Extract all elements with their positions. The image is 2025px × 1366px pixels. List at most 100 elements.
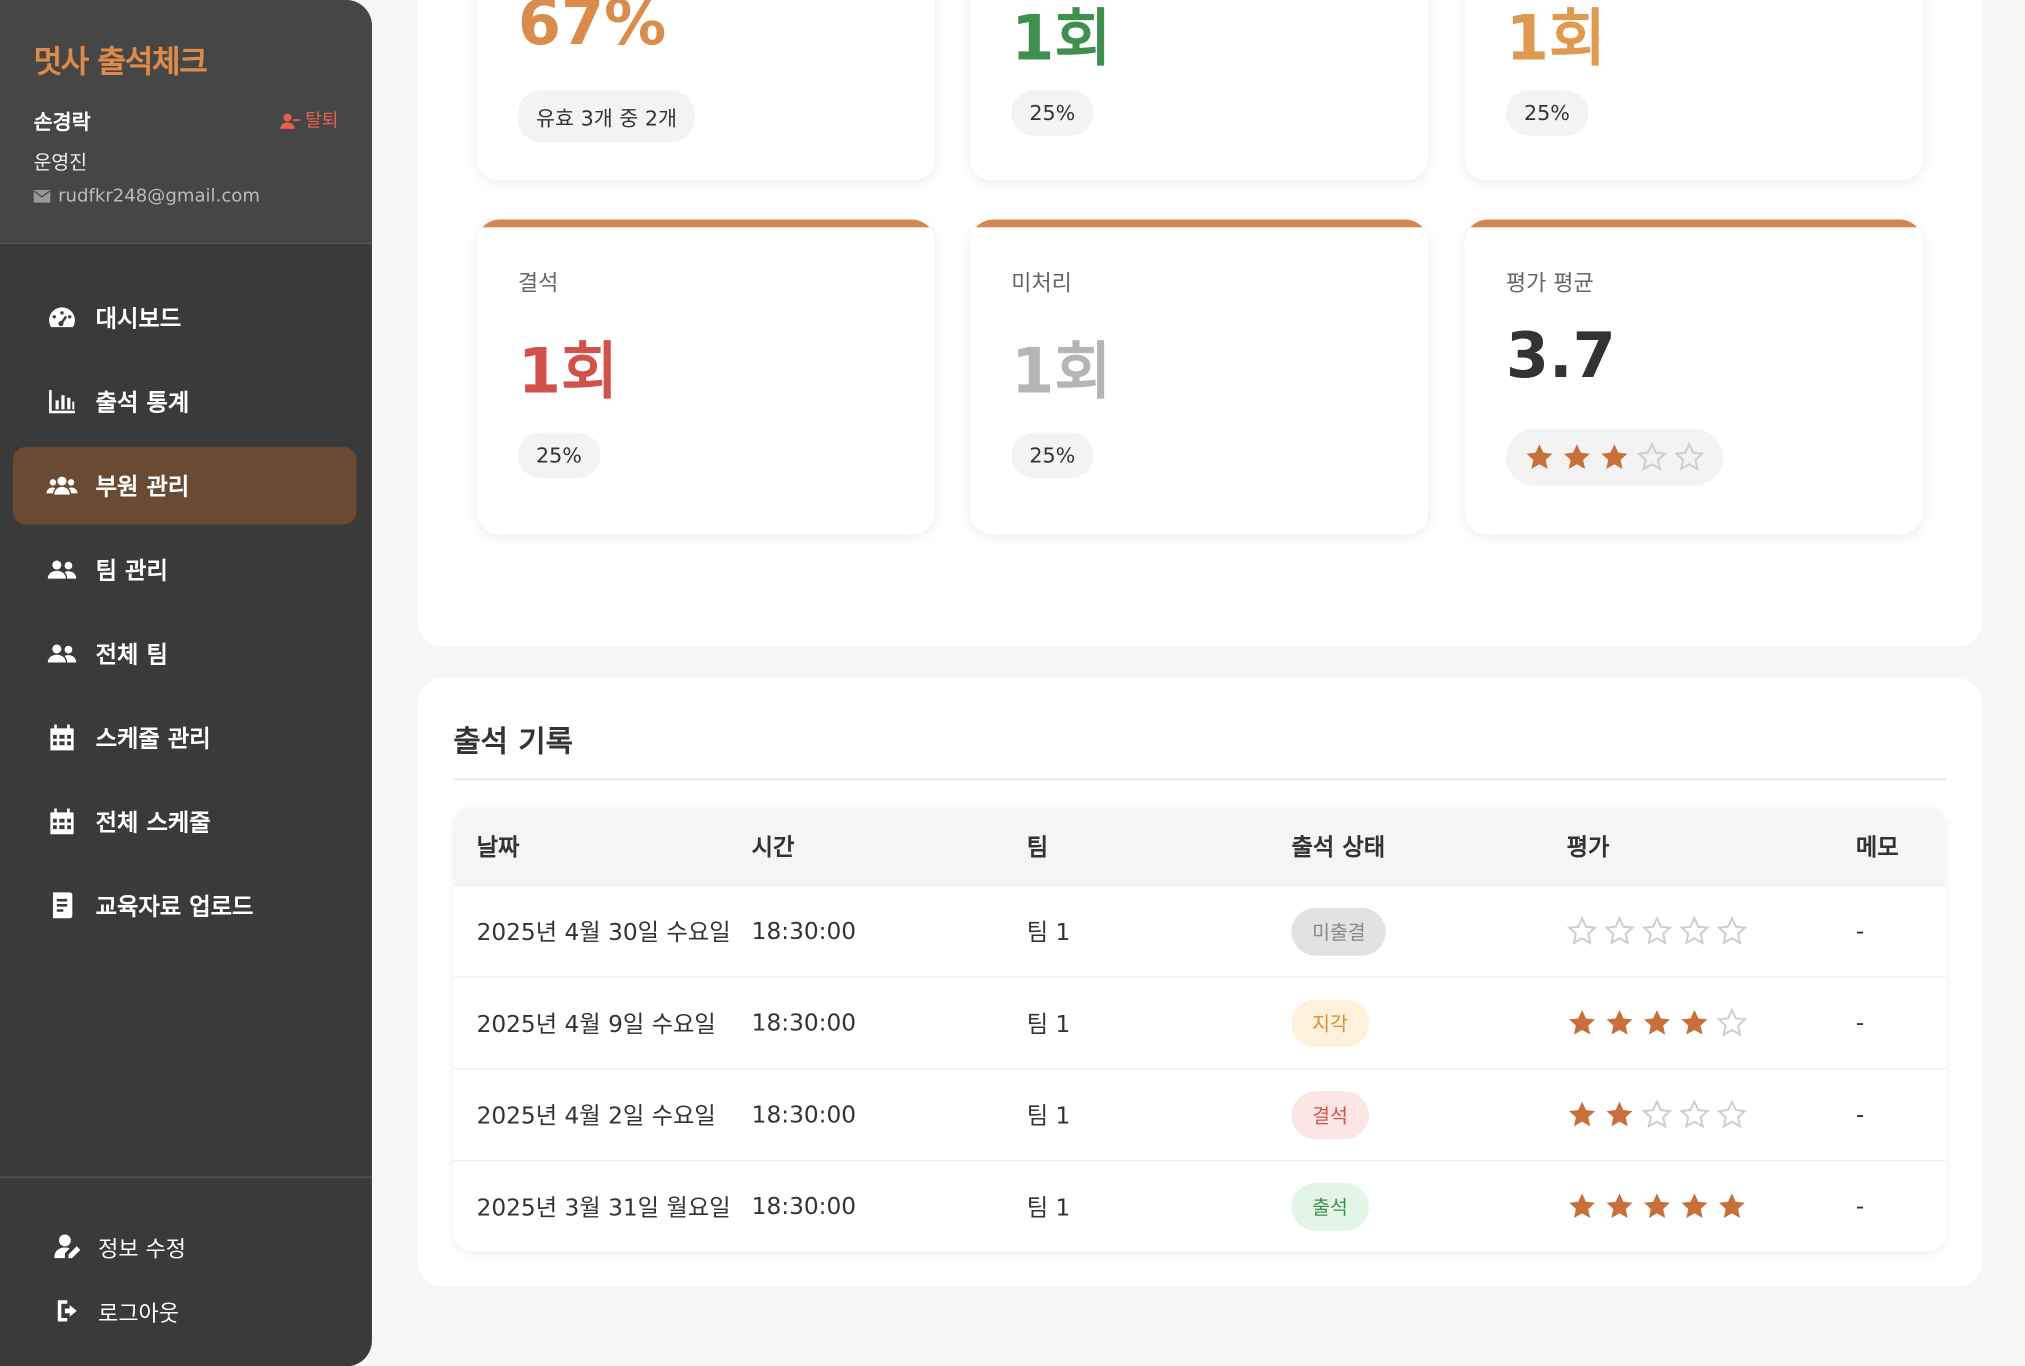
leave-label: 탈퇴: [305, 111, 339, 132]
stat-value: 1회: [517, 335, 619, 409]
star-filled-icon: [1606, 1193, 1633, 1219]
stat-card-absent: 결석 1회 25%: [476, 219, 936, 535]
cell-team: 팀 1: [1026, 1194, 1071, 1222]
book-icon: [52, 892, 73, 919]
dashboard-icon: [49, 307, 75, 328]
nav-item-label: 스케줄 관리: [95, 725, 211, 753]
cell-status: 결석: [1291, 1090, 1567, 1139]
user-row: 손경락 탈퇴: [34, 105, 339, 136]
stat-chip: 25%: [1505, 90, 1588, 136]
nav-item-2[interactable]: 부원 관리: [12, 446, 357, 525]
cell-date: 2025년 4월 9일 수요일: [476, 1011, 716, 1039]
star-filled-icon: [1681, 1009, 1708, 1035]
edit-profile-button[interactable]: 정보 수정: [0, 1214, 372, 1279]
cell-memo: -: [1855, 1009, 1865, 1037]
star-empty-icon: [1716, 915, 1748, 945]
leave-button[interactable]: 탈퇴: [280, 107, 339, 133]
cell-team: 팀 1: [1026, 919, 1071, 947]
star-filled-icon: [1526, 444, 1553, 469]
star-empty-icon: [1716, 1099, 1748, 1129]
nav-item-0[interactable]: 대시보드: [13, 279, 357, 356]
nav-item-7[interactable]: 교육자료 업로드: [13, 867, 357, 944]
records-table: 날짜 시간 팀 출석 상태 평가 메모 2025년 4월 30일 수요일 18:3…: [453, 807, 1947, 1252]
star-empty-icon: [1716, 1007, 1748, 1037]
stat-label: 미처리: [1011, 271, 1072, 298]
table-header: 날짜 시간 팀 출석 상태 평가 메모: [453, 807, 1947, 885]
nav-item-label: 전체 스케줄: [95, 809, 211, 837]
stat-label: 평가 평균: [1505, 271, 1594, 298]
star-filled-icon: [1644, 1009, 1670, 1035]
nav-item-6[interactable]: 전체 스케줄: [13, 783, 357, 860]
stat-card-attend: 1회 25%: [969, 0, 1429, 181]
app-brand[interactable]: 멋사 출석체크: [34, 36, 339, 81]
records-title: 출석 기록: [453, 725, 573, 760]
star-filled-icon: [1718, 1193, 1745, 1219]
cell-time: 18:30:00: [751, 1101, 857, 1129]
logout-label: 로그아웃: [98, 1301, 179, 1328]
users-icon: [46, 476, 78, 495]
cell-memo: -: [1855, 917, 1865, 945]
nav-item-label: 부원 관리: [95, 473, 190, 502]
col-time: 시간: [751, 834, 795, 862]
cell-team: 팀 1: [1026, 1011, 1071, 1039]
status-badge: 출석: [1291, 1182, 1369, 1231]
card-accent-bar: [1464, 219, 1924, 228]
nav-item-label: 팀 관리: [95, 557, 168, 586]
divider: [453, 778, 1947, 781]
cell-memo: -: [1855, 1192, 1865, 1220]
stat-value: 1회: [1011, 335, 1112, 409]
cell-date: 2025년 4월 30일 수요일: [476, 919, 731, 947]
star-filled-icon: [1569, 1009, 1596, 1035]
user-group-icon: [47, 644, 77, 663]
logout-button[interactable]: 로그아웃: [0, 1279, 372, 1344]
logout-icon: [57, 1300, 77, 1322]
star-filled-icon: [1601, 444, 1628, 469]
stat-value: 67%: [517, 0, 667, 60]
card-accent-bar: [476, 219, 936, 228]
stats-panel: 67% 유효 3개 중 2개 1회 25% 1회 25% 결석 1회 25% 미…: [417, 0, 1983, 648]
user-minus-icon: [280, 112, 300, 129]
nav-item-3[interactable]: 팀 관리: [13, 531, 357, 608]
cell-rating: [1567, 1099, 1856, 1130]
user-email-text: rudfkr248@gmail.com: [58, 185, 260, 207]
table-row[interactable]: 2025년 4월 2일 수요일 18:30:00 팀 1 결석 -: [453, 1068, 1947, 1160]
stat-value: 1회: [1505, 2, 1607, 75]
star-filled-icon: [1606, 1009, 1633, 1035]
table-row[interactable]: 2025년 4월 9일 수요일 18:30:00 팀 1 지각 -: [453, 976, 1947, 1069]
user-role: 운영진: [33, 151, 88, 175]
cell-team: 팀 1: [1026, 1102, 1071, 1131]
envelope-icon: [33, 189, 51, 203]
star-filled-icon: [1681, 1193, 1708, 1219]
calendar-icon: [50, 724, 74, 751]
attendance-records-panel: 출석 기록 날짜 시간 팀 출석 상태 평가 메모 2025년 4월 30일 수…: [417, 678, 1983, 1287]
cell-rating: [1566, 915, 1856, 947]
nav-item-4[interactable]: 전체 팀: [13, 615, 357, 692]
cell-status: 출석: [1291, 1182, 1567, 1231]
nav-item-label: 교육자료 업로드: [95, 893, 254, 921]
cell-memo: -: [1855, 1101, 1865, 1129]
stat-card-unprocessed: 미처리 1회 25%: [969, 219, 1429, 535]
col-date: 날짜: [476, 834, 520, 862]
user-edit-icon: [54, 1234, 81, 1259]
sidebar: 멋사 출석체크 손경락 탈퇴 운영진 rudfkr248@gmail.com 대…: [0, 0, 372, 1366]
cell-rating: [1567, 1191, 1856, 1222]
cell-time: 18:30:00: [751, 1009, 857, 1037]
edit-profile-label: 정보 수정: [98, 1236, 186, 1263]
nav-item-1[interactable]: 출석 통계: [13, 363, 357, 440]
star-empty-icon: [1641, 1099, 1673, 1129]
star-filled-icon: [1564, 444, 1590, 469]
stat-chip: 유효 3개 중 2개: [517, 90, 696, 143]
table-row[interactable]: 2025년 3월 31일 월요일 18:30:00 팀 1 출석 -: [453, 1159, 1947, 1252]
nav-item-5[interactable]: 스케줄 관리: [13, 699, 357, 776]
star-filled-icon: [1644, 1193, 1670, 1219]
cell-rating: [1567, 1007, 1856, 1038]
chart-bar-icon: [49, 390, 75, 414]
stat-card-late: 1회 25%: [1464, 0, 1924, 181]
star-empty-icon: [1674, 441, 1705, 471]
stat-value: 3.7: [1505, 320, 1616, 393]
col-rating: 평가: [1566, 834, 1610, 862]
sidebar-header: 멋사 출석체크 손경락 탈퇴 운영진 rudfkr248@gmail.com: [0, 0, 372, 245]
stat-card-attendance-rate: 67% 유효 3개 중 2개: [476, 0, 936, 181]
user-name: 손경락: [33, 109, 91, 135]
table-row[interactable]: 2025년 4월 30일 수요일 18:30:00 팀 1 미출결 -: [453, 884, 1947, 977]
